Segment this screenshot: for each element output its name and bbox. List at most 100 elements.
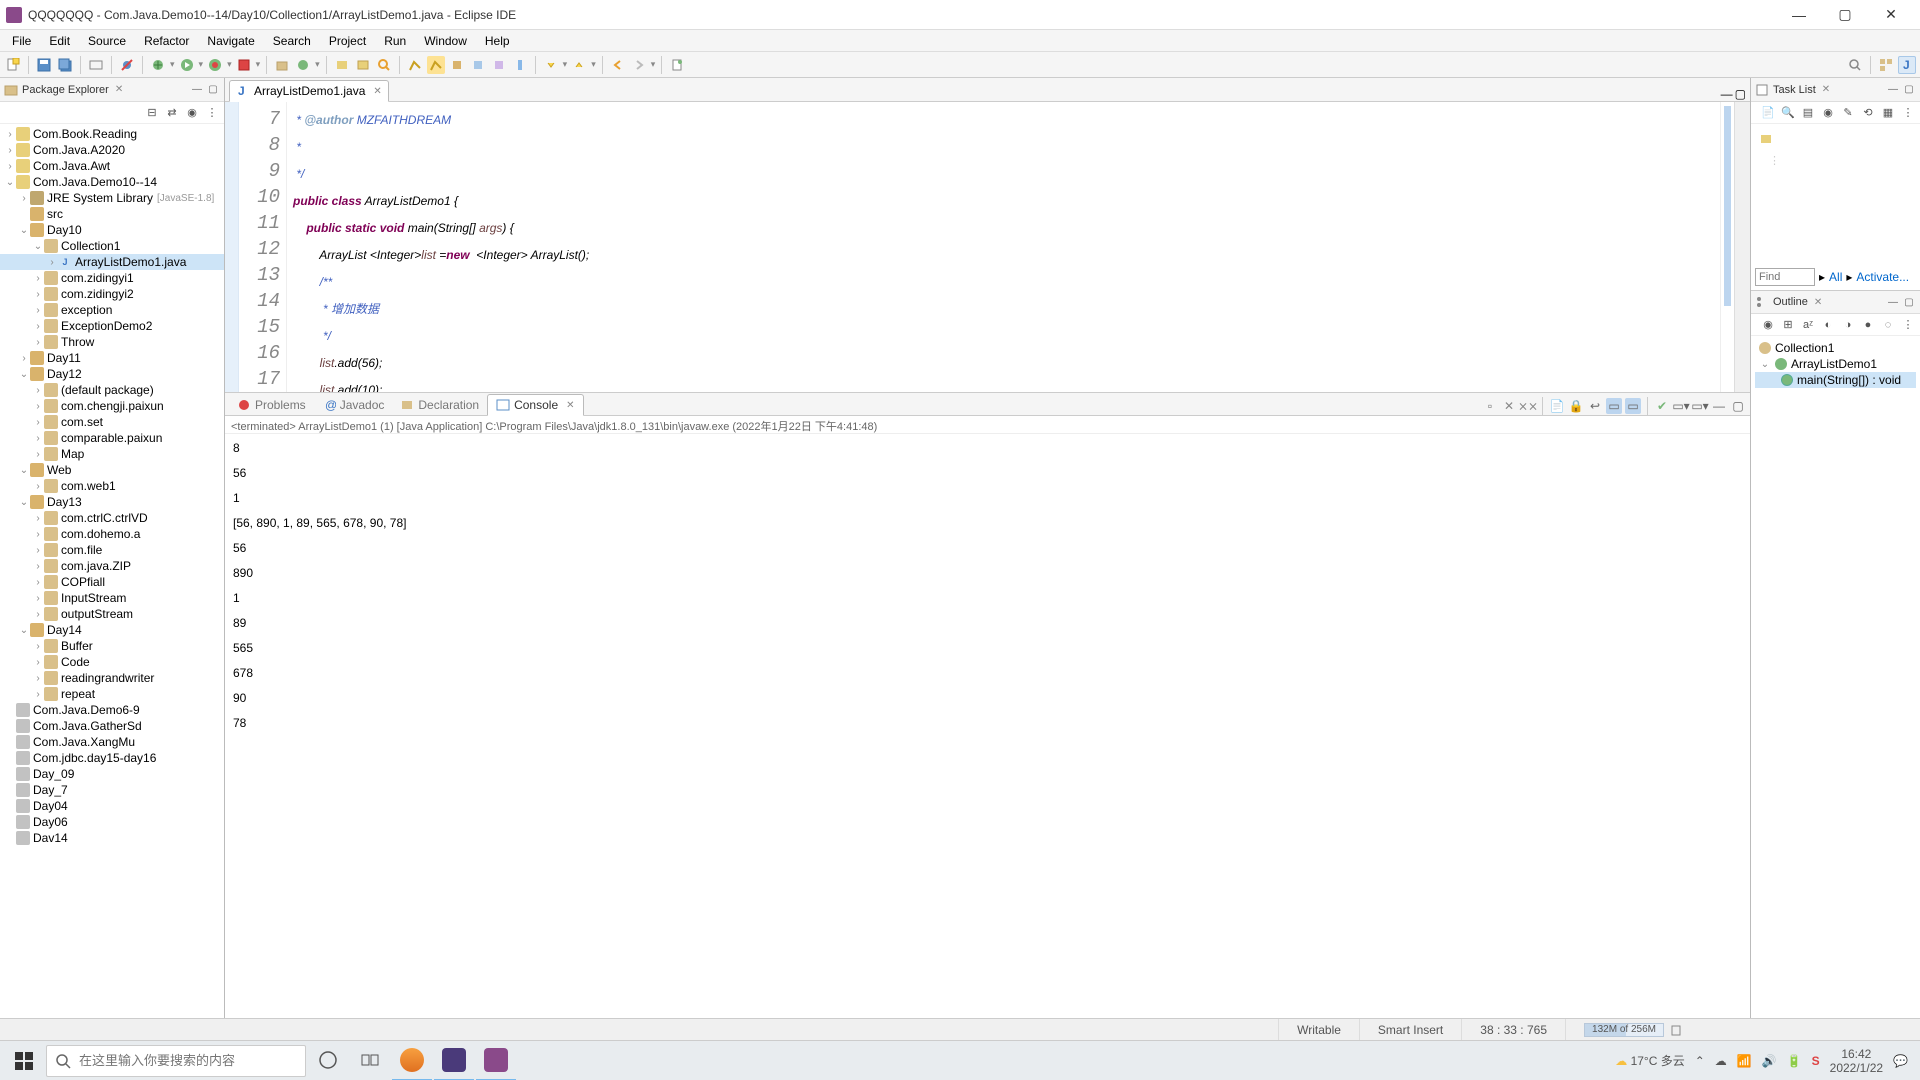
remove-launch-button[interactable]: ✕ (1501, 398, 1517, 414)
closed-project-item[interactable]: Com.Java.Demo6-9 (0, 702, 224, 718)
tab-declaration[interactable]: Declaration (392, 393, 487, 415)
open-perspective-button[interactable] (1877, 56, 1895, 74)
closed-project-item[interactable]: Day06 (0, 814, 224, 830)
search-button[interactable] (375, 56, 393, 74)
task-activate-link[interactable]: Activate... (1856, 270, 1909, 284)
remove-all-button[interactable]: ⨯⨯ (1520, 398, 1536, 414)
minimize-view-button[interactable]: — (1711, 398, 1727, 414)
outline-tool[interactable]: ◉ (1760, 317, 1776, 333)
java-perspective-button[interactable]: J (1898, 56, 1916, 74)
outline-tool[interactable]: ◐ (1820, 317, 1836, 333)
tb-btn-d[interactable] (511, 56, 529, 74)
minimize-view-button[interactable]: — (190, 83, 204, 97)
package-item[interactable]: ›readingrandwriter (0, 670, 224, 686)
link-editor-button[interactable]: ⇄ (164, 105, 180, 121)
closed-project-item[interactable]: Dav14 (0, 830, 224, 846)
editor-scrollbar[interactable] (1734, 102, 1750, 392)
menu-run[interactable]: Run (376, 32, 414, 50)
package-item[interactable]: ›repeat (0, 686, 224, 702)
closed-project-item[interactable]: Com.Java.XangMu (0, 734, 224, 750)
view-menu-button[interactable]: ⋮ (204, 105, 220, 121)
app-intellij[interactable] (434, 1041, 474, 1080)
closed-project-item[interactable]: Com.jdbc.day15-day16 (0, 750, 224, 766)
jre-library-item[interactable]: ›JRE System Library[JavaSE-1.8] (0, 190, 224, 206)
outline-tool[interactable]: ⊞ (1780, 317, 1796, 333)
toggle-breadcrumb-button[interactable] (87, 56, 105, 74)
clear-console-button[interactable]: 📄 (1549, 398, 1565, 414)
src-folder-item[interactable]: src (0, 206, 224, 222)
menu-search[interactable]: Search (265, 32, 319, 50)
volume-icon[interactable]: 🔊 (1762, 1054, 1777, 1068)
maximize-view-button[interactable]: ▢ (1902, 83, 1916, 97)
heap-status[interactable]: 132M of 256M (1565, 1019, 1700, 1040)
onedrive-icon[interactable]: ☁ (1715, 1054, 1727, 1068)
package-item[interactable]: ›Code (0, 654, 224, 670)
back-button[interactable] (609, 56, 627, 74)
package-item[interactable]: ›exception (0, 302, 224, 318)
close-view-icon[interactable]: ✕ (1822, 84, 1830, 95)
taskbar-search-input[interactable] (79, 1053, 297, 1068)
src-folder-item[interactable]: ⌄Day10 (0, 222, 224, 238)
task-tool[interactable]: ✎ (1840, 105, 1856, 121)
src-folder-item[interactable]: ⌄Web (0, 462, 224, 478)
gc-icon[interactable] (1670, 1024, 1682, 1036)
tb-btn-c[interactable] (490, 56, 508, 74)
view-menu-button[interactable]: ⋮ (1900, 317, 1916, 333)
menu-refactor[interactable]: Refactor (136, 32, 197, 50)
package-item[interactable]: ›Buffer (0, 638, 224, 654)
open-console-button[interactable]: ▭▾ (1692, 398, 1708, 414)
next-annotation-button[interactable] (542, 56, 560, 74)
show-on-error-button[interactable]: ▭ (1625, 398, 1641, 414)
editor-tab[interactable]: J ArrayListDemo1.java ✕ (229, 80, 389, 102)
notifications-icon[interactable]: 💬 (1893, 1054, 1908, 1068)
tb-btn-a[interactable] (448, 56, 466, 74)
open-task-button[interactable] (354, 56, 372, 74)
skip-breakpoints-button[interactable] (118, 56, 136, 74)
cortana-button[interactable] (308, 1041, 348, 1080)
debug-button[interactable] (149, 56, 167, 74)
package-item[interactable]: ›com.chengji.paixun (0, 398, 224, 414)
close-tab-icon[interactable]: ✕ (373, 86, 381, 97)
ime-icon[interactable]: S (1812, 1054, 1820, 1068)
run-button[interactable] (178, 56, 196, 74)
project-item[interactable]: ›Com.Book.Reading (0, 126, 224, 142)
outline-tool[interactable]: ● (1860, 317, 1876, 333)
task-tool[interactable]: ▤ (1800, 105, 1816, 121)
package-explorer-tree[interactable]: ›Com.Book.Reading ›Com.Java.A2020 ›Com.J… (0, 124, 224, 1018)
task-find-input[interactable] (1755, 268, 1815, 286)
minimize-button[interactable]: — (1776, 0, 1822, 30)
task-view-button[interactable] (350, 1041, 390, 1080)
code-editor[interactable]: 7 8 9 10 11 12 13 14 15 16 17 * @author … (225, 102, 1750, 392)
app-browser[interactable] (392, 1041, 432, 1080)
prev-annotation-button[interactable] (570, 56, 588, 74)
menu-file[interactable]: File (4, 32, 39, 50)
outline-method[interactable]: main(String[]) : void (1755, 372, 1916, 388)
focus-task-button[interactable]: ◉ (184, 105, 200, 121)
ext-tools-button[interactable] (235, 56, 253, 74)
package-item[interactable]: ›com.java.ZIP (0, 558, 224, 574)
task-all-link[interactable]: All (1829, 270, 1842, 284)
tab-console[interactable]: Console✕ (487, 394, 583, 416)
menu-project[interactable]: Project (321, 32, 374, 50)
package-item[interactable]: ›Map (0, 446, 224, 462)
src-folder-item[interactable]: ⌄Day13 (0, 494, 224, 510)
menu-help[interactable]: Help (477, 32, 518, 50)
tab-javadoc[interactable]: @Javadoc (314, 393, 393, 415)
clock[interactable]: 16:42 2022/1/22 (1830, 1047, 1883, 1075)
project-item[interactable]: ›Com.Java.Awt (0, 158, 224, 174)
closed-project-item[interactable]: Day_09 (0, 766, 224, 782)
minimize-view-button[interactable]: — (1886, 295, 1900, 309)
maximize-view-button[interactable]: ▢ (1902, 295, 1916, 309)
menu-source[interactable]: Source (80, 32, 134, 50)
battery-icon[interactable]: 🔋 (1787, 1054, 1802, 1068)
package-item[interactable]: ›com.zidingyi2 (0, 286, 224, 302)
new-button[interactable] (4, 56, 22, 74)
new-class-button[interactable] (294, 56, 312, 74)
tab-problems[interactable]: Problems (229, 393, 314, 415)
display-console-button[interactable]: ▭▾ (1673, 398, 1689, 414)
forward-button[interactable] (630, 56, 648, 74)
closed-project-item[interactable]: Day04 (0, 798, 224, 814)
menu-edit[interactable]: Edit (41, 32, 78, 50)
package-item[interactable]: ›outputStream (0, 606, 224, 622)
menu-window[interactable]: Window (416, 32, 475, 50)
